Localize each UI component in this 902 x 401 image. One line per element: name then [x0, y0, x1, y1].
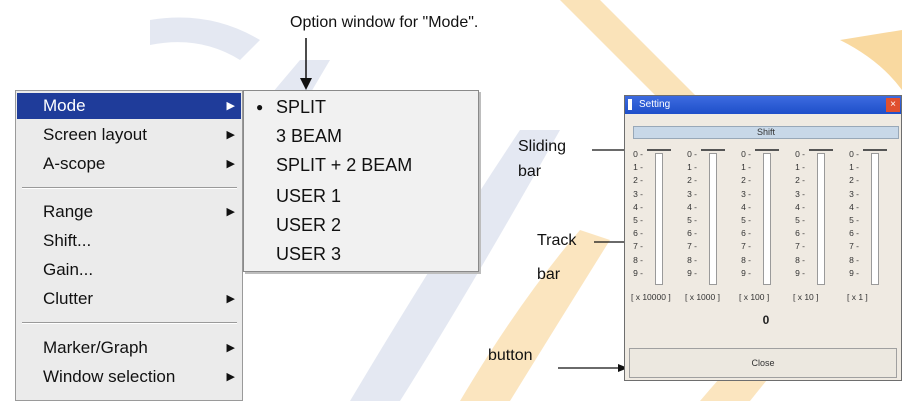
multiplier-label: [ x 1000 ] [685, 292, 720, 302]
tick-number: 6 - [687, 228, 697, 239]
sliding-bar[interactable] [809, 149, 833, 158]
close-button[interactable]: Close [629, 348, 897, 378]
tick-number: 3 - [795, 188, 805, 199]
track-bar[interactable] [709, 153, 717, 285]
window-app-icon [628, 99, 632, 110]
tick-number: 8 - [795, 254, 805, 265]
tick-number: 8 - [741, 254, 751, 265]
tick-number: 5 - [849, 215, 859, 225]
tick-number: 0 - [849, 149, 859, 159]
slider-column: 0 - 1 - 2 - 3 - 4 - 5 - 6 - 7 - 8 - 9 - [849, 149, 895, 287]
window-title: Setting [639, 99, 671, 110]
tick-number: 5 - [741, 215, 751, 225]
tick-number: 6 - [633, 228, 643, 239]
tick-number: 3 - [687, 188, 697, 199]
slider-column: 0 - 1 - 2 - 3 - 4 - 5 - 6 - 7 - 8 - 9 - [795, 149, 841, 287]
shift-value: 0 [762, 313, 770, 327]
window-close-icon[interactable]: × [886, 98, 900, 112]
tick-number: 8 - [633, 254, 643, 265]
tick-number: 6 - [741, 228, 751, 239]
tick-number: 1 - [633, 162, 643, 173]
tick-number: 7 - [849, 241, 859, 252]
tick-number: 0 - [687, 149, 697, 159]
tick-number: 2 - [687, 175, 697, 186]
sliding-bar[interactable] [647, 149, 671, 158]
tick-number: 0 - [795, 149, 805, 159]
tick-number: 7 - [741, 241, 751, 252]
tick-number: 9 - [849, 267, 859, 278]
tick-number: 8 - [687, 254, 697, 265]
tick-number: 0 - [633, 149, 643, 159]
tick-number: 3 - [741, 188, 751, 199]
tick-number: 2 - [633, 175, 643, 186]
window-titlebar[interactable]: Setting × [625, 96, 901, 114]
tick-number: 1 - [687, 162, 697, 173]
sliding-bar[interactable] [701, 149, 725, 158]
tick-number: 1 - [849, 162, 859, 173]
slider-column: 0 - 1 - 2 - 3 - 4 - 5 - 6 - 7 - 8 - 9 - [687, 149, 733, 287]
slider-column: 0 - 1 - 2 - 3 - 4 - 5 - 6 - 7 - 8 - 9 - [633, 149, 679, 287]
tick-number: 5 - [633, 215, 643, 225]
tick-number: 0 - [741, 149, 751, 159]
tick-number: 4 - [795, 201, 805, 212]
tick-number: 5 - [687, 215, 697, 225]
sliding-bar[interactable] [863, 149, 887, 158]
track-bar[interactable] [763, 153, 771, 285]
tick-number: 4 - [849, 201, 859, 212]
track-bar[interactable] [817, 153, 825, 285]
tick-number: 7 - [687, 241, 697, 252]
tick-number: 1 - [741, 162, 751, 173]
sliding-bar[interactable] [755, 149, 779, 158]
tick-number: 6 - [795, 228, 805, 239]
tick-number: 2 - [849, 175, 859, 186]
tick-number: 7 - [633, 241, 643, 252]
tick-number: 9 - [741, 267, 751, 278]
track-bar[interactable] [655, 153, 663, 285]
tick-number: 2 - [741, 175, 751, 186]
tick-number: 6 - [849, 228, 859, 239]
tick-number: 5 - [795, 215, 805, 225]
multiplier-label: [ x 1 ] [847, 292, 868, 302]
tick-number: 2 - [795, 175, 805, 186]
tick-number: 1 - [795, 162, 805, 173]
tick-number: 8 - [849, 254, 859, 265]
tick-number: 4 - [633, 201, 643, 212]
tick-number: 9 - [687, 267, 697, 278]
setting-window: Setting × Shift 0 Close 0 - 1 - 2 - 3 - 4 - 5… [624, 95, 902, 381]
tick-number: 4 - [687, 201, 697, 212]
tick-number: 9 - [795, 267, 805, 278]
tick-number: 7 - [795, 241, 805, 252]
shift-header: Shift [633, 126, 899, 139]
multiplier-label: [ x 100 ] [739, 292, 770, 302]
tick-number: 3 - [633, 188, 643, 199]
tick-number: 4 - [741, 201, 751, 212]
tick-number: 9 - [633, 267, 643, 278]
slider-column: 0 - 1 - 2 - 3 - 4 - 5 - 6 - 7 - 8 - 9 - [741, 149, 787, 287]
multiplier-label: [ x 10 ] [793, 292, 819, 302]
multiplier-label: [ x 10000 ] [631, 292, 671, 302]
track-bar[interactable] [871, 153, 879, 285]
tick-number: 3 - [849, 188, 859, 199]
